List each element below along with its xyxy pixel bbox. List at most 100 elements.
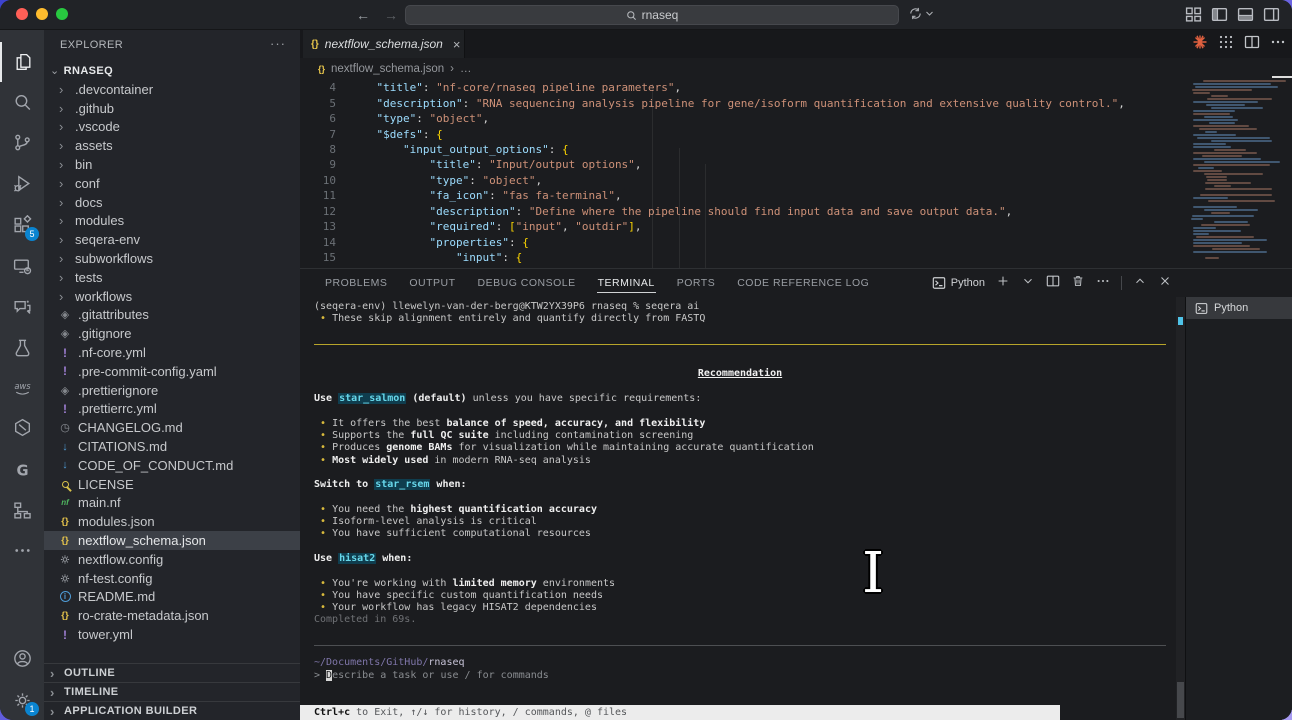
more-icon[interactable] <box>1270 34 1286 55</box>
file-item[interactable]: {}nextflow_schema.json <box>44 531 300 550</box>
panel-tab-code-reference-log[interactable]: CODE REFERENCE LOG <box>726 269 880 297</box>
activitybar-hierarchy-icon[interactable] <box>0 490 44 530</box>
new-terminal-icon[interactable] <box>996 274 1010 293</box>
customize-layout-icon[interactable] <box>1185 6 1202 28</box>
terminal-scrollbar[interactable] <box>1176 297 1185 720</box>
kill-terminal-icon[interactable] <box>1071 274 1085 293</box>
panel-tab-terminal[interactable]: TERMINAL <box>587 269 666 297</box>
panel-tab-ports[interactable]: PORTS <box>666 269 726 297</box>
folder-item[interactable]: ›bin <box>44 155 300 174</box>
activitybar-settings-icon[interactable]: 1 <box>0 680 44 720</box>
close-window-button[interactable] <box>16 8 28 20</box>
activitybar-testing-icon[interactable] <box>0 327 44 367</box>
folder-item[interactable]: ›tests <box>44 268 300 287</box>
maximize-panel-icon[interactable] <box>1133 274 1147 293</box>
dot-grid-icon[interactable] <box>1218 34 1234 55</box>
folder-item[interactable]: ›seqera-env <box>44 230 300 249</box>
file-item[interactable]: {}ro-crate-metadata.json <box>44 606 300 625</box>
sidebar-section-application-builder[interactable]: ›APPLICATION BUILDER <box>44 701 300 720</box>
tab-nextflow-schema-json[interactable]: {} nextflow_schema.json × <box>303 30 465 58</box>
editor-scrollbar-thumb[interactable] <box>1272 76 1292 78</box>
folder-item[interactable]: ›assets <box>44 136 300 155</box>
file-item[interactable]: !.prettierrc.yml <box>44 400 300 419</box>
folder-item[interactable]: ›subworkflows <box>44 249 300 268</box>
back-arrow-icon[interactable]: ← <box>356 7 370 23</box>
shell-selector[interactable]: Python <box>932 276 985 290</box>
zoom-window-button[interactable] <box>56 8 68 20</box>
file-item[interactable]: LICENSE <box>44 475 300 494</box>
terminal[interactable]: (seqera-env) llewelyn-van-der-berg@KTW2Y… <box>300 297 1176 720</box>
split-editor-icon[interactable] <box>1244 34 1260 55</box>
activitybar-package-icon[interactable] <box>0 407 44 447</box>
file-item[interactable]: {}modules.json <box>44 512 300 531</box>
minimap-line <box>1204 116 1233 118</box>
folder-item[interactable]: ›conf <box>44 174 300 193</box>
breadcrumb-more[interactable]: … <box>460 63 472 75</box>
terminal-instance-python[interactable]: Python <box>1186 297 1292 319</box>
command-center-search[interactable]: rnaseq <box>405 5 899 25</box>
editor-actions <box>1192 30 1286 58</box>
minimap-line <box>1193 164 1270 166</box>
code-editor[interactable]: 4"title": "nf-core/rnaseq pipeline param… <box>300 80 1185 268</box>
panel-more-icon[interactable] <box>1096 274 1110 293</box>
forward-arrow-icon[interactable]: → <box>384 7 398 23</box>
file-item[interactable]: ↓CODE_OF_CONDUCT.md <box>44 456 300 475</box>
toggle-sidebar-right-icon[interactable] <box>1263 6 1280 28</box>
activitybar-account-icon[interactable] <box>0 638 44 678</box>
scrollbar-thumb[interactable] <box>1177 682 1184 718</box>
breadcrumb[interactable]: {} nextflow_schema.json › … <box>300 58 1292 80</box>
toggle-panel-icon[interactable] <box>1237 6 1254 28</box>
folder-item[interactable]: ›workflows <box>44 287 300 306</box>
minimap-line <box>1205 182 1251 184</box>
activitybar-explorer-icon[interactable] <box>0 42 44 82</box>
folder-name: bin <box>75 157 92 172</box>
activitybar-run-debug-icon[interactable] <box>0 163 44 203</box>
sidebar-section-timeline[interactable]: ›TIMELINE <box>44 682 300 701</box>
toggle-sidebar-left-icon[interactable] <box>1211 6 1228 28</box>
activitybar-aws-icon[interactable]: aws <box>0 367 44 407</box>
project-root-folder[interactable]: ⌄ RNASEQ <box>44 61 300 80</box>
activitybar-chat-icon[interactable] <box>0 287 44 327</box>
activitybar-more-icon[interactable] <box>0 530 44 570</box>
minimap[interactable] <box>1185 80 1292 268</box>
folder-item[interactable]: ›docs <box>44 193 300 212</box>
file-item[interactable]: !tower.yml <box>44 625 300 644</box>
folder-item[interactable]: ›.github <box>44 99 300 118</box>
file-item[interactable]: nfmain.nf <box>44 494 300 513</box>
terminal-dropdown-icon[interactable] <box>1021 274 1035 293</box>
split-terminal-icon[interactable] <box>1046 274 1060 293</box>
panel-tab-debug-console[interactable]: DEBUG CONSOLE <box>467 269 587 297</box>
seqera-spark-icon[interactable] <box>1192 34 1208 55</box>
breadcrumb-file[interactable]: nextflow_schema.json <box>331 63 444 75</box>
folder-item[interactable]: ›.devcontainer <box>44 80 300 99</box>
file-item[interactable]: ◈.gitignore <box>44 324 300 343</box>
minimap-line <box>1193 242 1242 244</box>
minimap-line <box>1193 233 1209 235</box>
file-item[interactable]: nf-test.config <box>44 569 300 588</box>
file-item[interactable]: ↓CITATIONS.md <box>44 437 300 456</box>
session-refresh-dropdown[interactable] <box>908 6 934 21</box>
file-item[interactable]: nextflow.config <box>44 550 300 569</box>
activitybar-remote-explorer-icon[interactable] <box>0 246 44 286</box>
activitybar-gitlens-icon[interactable]: G <box>0 450 44 490</box>
sidebar-section-outline[interactable]: ›OUTLINE <box>44 663 300 682</box>
minimap-line <box>1196 236 1254 238</box>
explorer-more-actions-icon[interactable]: ··· <box>270 36 286 51</box>
file-item[interactable]: !.pre-commit-config.yaml <box>44 362 300 381</box>
file-item[interactable]: ◈.gitattributes <box>44 306 300 325</box>
activitybar-extensions-icon[interactable]: 5 <box>0 205 44 245</box>
folder-item[interactable]: ›modules <box>44 212 300 231</box>
file-item[interactable]: !.nf-core.yml <box>44 343 300 362</box>
file-item[interactable]: ◷CHANGELOG.md <box>44 418 300 437</box>
activitybar-search-icon[interactable] <box>0 82 44 122</box>
close-tab-icon[interactable]: × <box>453 37 461 52</box>
panel-tab-problems[interactable]: PROBLEMS <box>314 269 398 297</box>
panel-tab-output[interactable]: OUTPUT <box>398 269 466 297</box>
close-panel-icon[interactable] <box>1158 274 1172 293</box>
minimize-window-button[interactable] <box>36 8 48 20</box>
file-name: CHANGELOG.md <box>78 420 183 435</box>
file-item[interactable]: iREADME.md <box>44 588 300 607</box>
activitybar-source-control-icon[interactable] <box>0 122 44 162</box>
file-item[interactable]: ◈.prettierignore <box>44 381 300 400</box>
folder-item[interactable]: ›.vscode <box>44 118 300 137</box>
